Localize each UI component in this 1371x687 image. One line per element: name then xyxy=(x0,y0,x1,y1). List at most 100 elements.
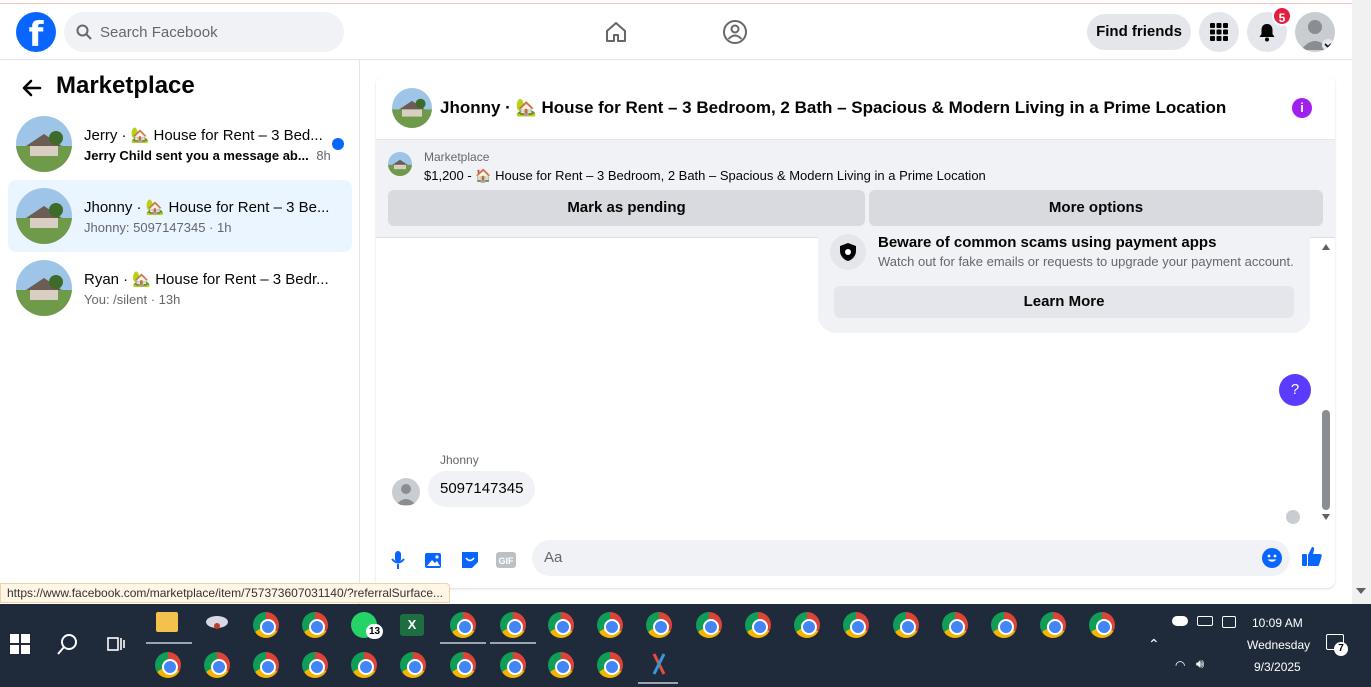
chrome-icon[interactable] xyxy=(351,652,377,678)
search-placeholder: Search Facebook xyxy=(100,23,218,41)
message-bubble[interactable]: 5097147345 xyxy=(428,471,536,507)
chat-thumbnail xyxy=(392,87,432,128)
battery-icon[interactable] xyxy=(1197,616,1213,626)
listing-thumbnail[interactable] xyxy=(388,152,412,176)
listing-price-title[interactable]: $1,200 - 🏠 House for Rent – 3 Bedroom, 2… xyxy=(424,168,986,184)
chrome-icon[interactable] xyxy=(1089,612,1115,638)
running-indicator xyxy=(146,642,192,644)
message-composer: GIF Aa xyxy=(376,538,1335,588)
volume-icon[interactable]: 🔊︎ xyxy=(1196,656,1204,672)
message-sender-name: Jhonny xyxy=(440,453,479,467)
windows-start-icon[interactable] xyxy=(10,634,30,659)
task-view-icon[interactable] xyxy=(106,634,126,659)
listing-thumbnail xyxy=(16,188,72,244)
clock-date[interactable]: 9/3/2025 xyxy=(1254,660,1301,674)
seen-indicator-avatar xyxy=(1286,510,1300,524)
chrome-icon[interactable] xyxy=(1040,612,1066,638)
chat-header: Jhonny · 🏡 House for Rent – 3 Bedroom, 2… xyxy=(376,76,1335,140)
app-icon[interactable] xyxy=(204,612,230,634)
clock-time[interactable]: 10:09 AM xyxy=(1252,616,1303,630)
gif-icon[interactable]: GIF xyxy=(494,548,518,572)
chrome-icon[interactable] xyxy=(991,612,1017,638)
chrome-icon[interactable] xyxy=(253,612,279,638)
emoji-icon[interactable] xyxy=(1262,548,1282,568)
groups-nav-button[interactable] xyxy=(717,16,753,48)
shield-icon xyxy=(830,234,866,270)
chrome-icon[interactable] xyxy=(942,612,968,638)
chrome-icon[interactable] xyxy=(302,652,328,678)
photo-icon[interactable] xyxy=(422,548,446,572)
conversation-title: Jhonny · 🏡 House for Rent – 3 Be... xyxy=(84,198,330,216)
facebook-logo-icon[interactable]: f xyxy=(16,12,56,52)
chat-panel: Jhonny · 🏡 House for Rent – 3 Bedroom, 2… xyxy=(376,76,1335,588)
search-input[interactable]: Search Facebook xyxy=(64,12,344,52)
chat-title[interactable]: Jhonny · 🏡 House for Rent – 3 Bedroom, 2… xyxy=(440,98,1226,118)
chrome-icon[interactable] xyxy=(253,652,279,678)
sender-avatar[interactable] xyxy=(392,478,420,506)
running-indicator xyxy=(440,642,486,644)
conversation-item[interactable]: Jerry · 🏡 House for Rent – 3 Bed... Jerr… xyxy=(8,108,352,180)
notification-badge: 5 xyxy=(1272,6,1292,26)
find-friends-button[interactable]: Find friends xyxy=(1087,14,1191,50)
sidebar-title: Marketplace xyxy=(56,72,195,99)
message-input[interactable]: Aa xyxy=(532,540,1290,576)
groups-icon xyxy=(723,20,747,44)
menu-button[interactable] xyxy=(1199,12,1239,52)
chrome-icon[interactable] xyxy=(155,652,181,678)
sticker-icon[interactable] xyxy=(458,548,482,572)
grid-menu-icon xyxy=(1210,23,1228,41)
conversation-preview: Jhonny: 5097147345 · 1h xyxy=(84,219,232,235)
chrome-icon[interactable] xyxy=(843,612,869,638)
chat-scroll-thumb[interactable] xyxy=(1322,410,1330,510)
info-icon[interactable]: i xyxy=(1292,98,1312,118)
listing-source: Marketplace xyxy=(424,150,490,164)
onedrive-icon[interactable] xyxy=(1172,616,1188,626)
chrome-icon[interactable] xyxy=(597,612,623,638)
help-button[interactable]: ? xyxy=(1279,374,1311,406)
unread-dot xyxy=(332,138,344,150)
home-nav-button[interactable] xyxy=(598,16,634,48)
meet-now-icon[interactable] xyxy=(1222,616,1236,628)
chrome-icon[interactable] xyxy=(696,612,722,638)
chrome-icon[interactable] xyxy=(548,612,574,638)
chrome-icon[interactable] xyxy=(893,612,919,638)
chrome-icon[interactable] xyxy=(400,652,426,678)
bell-icon xyxy=(1259,24,1275,42)
clock-day[interactable]: Wednesday xyxy=(1247,638,1310,652)
chrome-icon[interactable] xyxy=(500,652,526,678)
chrome-icon[interactable] xyxy=(450,652,476,678)
listing-bar: Marketplace $1,200 - 🏠 House for Rent – … xyxy=(376,140,1335,238)
conversation-preview: You: /silent · 13h xyxy=(84,291,181,307)
chrome-icon[interactable] xyxy=(450,612,476,638)
chrome-icon[interactable] xyxy=(597,652,623,678)
scam-warning-card: Beware of common scams using payment app… xyxy=(818,226,1310,333)
file-explorer-icon[interactable] xyxy=(156,612,178,632)
chevron-up-icon[interactable]: ⌃ xyxy=(1148,636,1160,653)
search-icon[interactable] xyxy=(56,632,80,661)
running-indicator xyxy=(638,682,678,684)
marketplace-sidebar: Marketplace Jerry · 🏡 House for Rent – 3… xyxy=(0,60,360,604)
chrome-icon[interactable] xyxy=(794,612,820,638)
thumbs-up-icon[interactable] xyxy=(1300,544,1326,572)
chrome-icon[interactable] xyxy=(302,612,328,638)
wifi-icon[interactable]: ◠ xyxy=(1175,658,1185,672)
excel-icon[interactable]: X xyxy=(400,614,424,636)
action-center-badge: 7 xyxy=(1334,642,1348,656)
snipping-tool-icon[interactable] xyxy=(646,652,672,678)
learn-more-button[interactable]: Learn More xyxy=(834,286,1294,318)
conversation-item[interactable]: Ryan · 🏡 House for Rent – 3 Bedr... You:… xyxy=(8,252,352,324)
top-nav-bar: f Search Facebook Find friends 5 xyxy=(0,4,1352,60)
back-arrow-icon[interactable] xyxy=(20,76,44,100)
conversation-item[interactable]: Jhonny · 🏡 House for Rent – 3 Be... Jhon… xyxy=(8,180,352,252)
microphone-icon[interactable] xyxy=(386,548,410,572)
mark-as-pending-button[interactable]: Mark as pending xyxy=(388,190,865,226)
chrome-icon[interactable] xyxy=(500,612,526,638)
page-scrollbar[interactable] xyxy=(1352,0,1371,604)
chrome-icon[interactable] xyxy=(745,612,771,638)
chrome-icon[interactable] xyxy=(204,652,230,678)
listing-thumbnail xyxy=(16,116,72,172)
chrome-icon[interactable] xyxy=(646,612,672,638)
more-options-button[interactable]: More options xyxy=(869,190,1323,226)
profile-avatar[interactable] xyxy=(1295,12,1335,52)
chrome-icon[interactable] xyxy=(548,652,574,678)
